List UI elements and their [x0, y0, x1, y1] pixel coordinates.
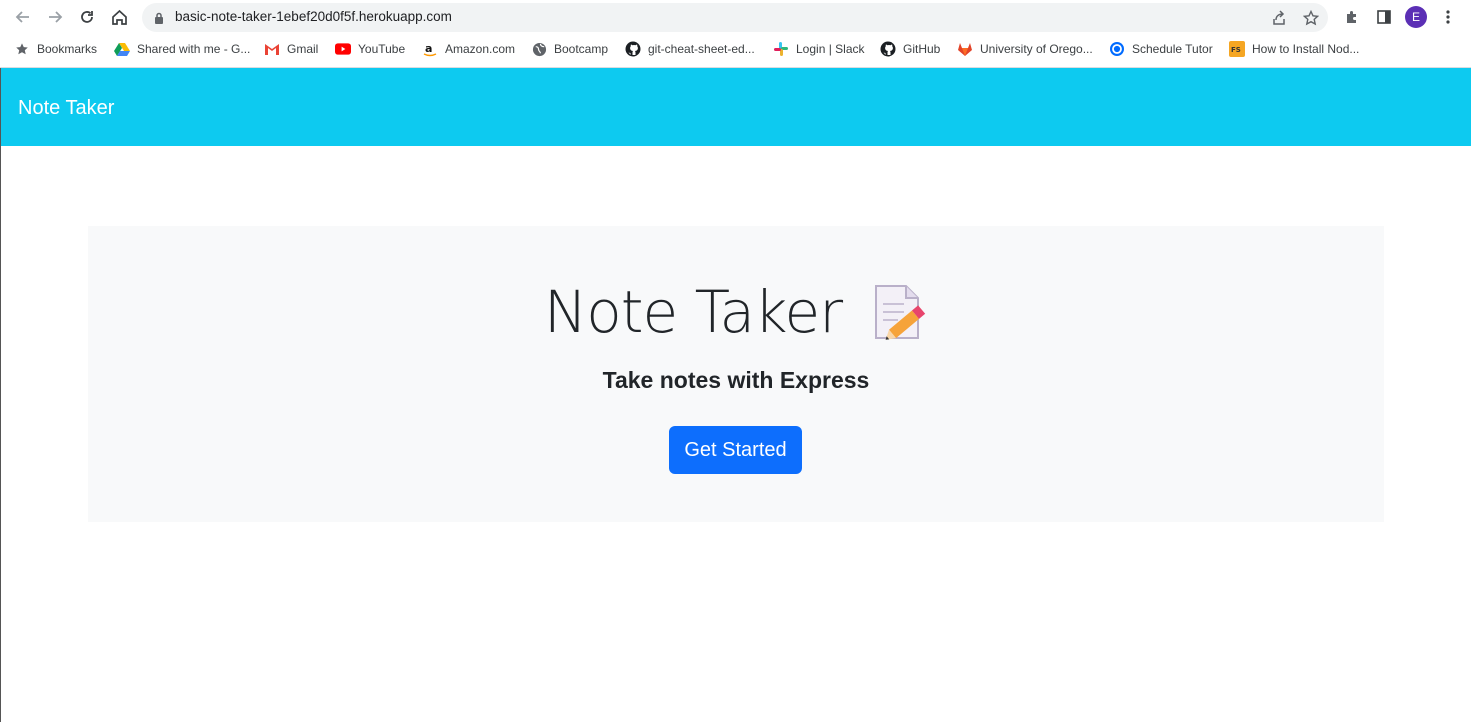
- hero-title-row: Note Taker: [88, 278, 1384, 346]
- bookmark-item[interactable]: GitHub: [880, 40, 940, 58]
- app-navbar: Note Taker: [1, 68, 1471, 146]
- fs-icon: FS: [1229, 41, 1245, 57]
- profile-avatar[interactable]: E: [1405, 6, 1427, 28]
- slack-icon: [773, 41, 789, 57]
- browser-chrome: basic-note-taker-1ebef20d0f5f.herokuapp.…: [0, 0, 1471, 68]
- bookmark-item[interactable]: YouTube: [335, 40, 405, 58]
- bookmark-item[interactable]: Bootcamp: [531, 40, 608, 58]
- home-icon[interactable]: [108, 6, 130, 28]
- bookmark-item[interactable]: Shared with me - G...: [114, 40, 250, 58]
- svg-text:FS: FS: [1231, 46, 1241, 54]
- browser-toolbar: basic-note-taker-1ebef20d0f5f.herokuapp.…: [0, 0, 1471, 35]
- amazon-icon: a: [422, 41, 438, 57]
- bookmark-item[interactable]: git-cheat-sheet-ed...: [625, 40, 755, 58]
- google-drive-icon: [114, 41, 130, 57]
- youtube-icon: [335, 41, 351, 57]
- bookmark-item[interactable]: Gmail: [264, 40, 318, 58]
- star-icon: [14, 41, 30, 57]
- bookmarks-bar: Bookmarks Shared with me - G... Gmail Yo…: [0, 37, 1471, 61]
- hero-subtitle: Take notes with Express: [602, 367, 870, 393]
- bookmark-item[interactable]: University of Orego...: [957, 40, 1093, 58]
- bookmark-star-icon[interactable]: [1302, 9, 1320, 27]
- bookmark-item[interactable]: a Amazon.com: [422, 40, 515, 58]
- extensions-puzzle-icon[interactable]: [1341, 6, 1363, 28]
- window-edge: [0, 68, 1, 722]
- svg-text:a: a: [425, 42, 432, 55]
- forward-arrow-icon[interactable]: [44, 6, 66, 28]
- lock-icon[interactable]: [154, 11, 164, 29]
- address-bar[interactable]: basic-note-taker-1ebef20d0f5f.herokuapp.…: [142, 3, 1328, 32]
- side-panel-icon[interactable]: [1373, 6, 1395, 28]
- bookmark-item[interactable]: FS How to Install Nod...: [1229, 40, 1359, 58]
- bookmark-item[interactable]: Schedule Tutor: [1109, 40, 1213, 58]
- reload-icon[interactable]: [76, 6, 98, 28]
- github-icon: [625, 41, 641, 57]
- back-arrow-icon[interactable]: [12, 6, 34, 28]
- calendly-icon: [1109, 41, 1125, 57]
- share-icon[interactable]: [1270, 9, 1288, 27]
- hero-jumbotron: Note Taker Take notes with Express Get S…: [88, 226, 1384, 522]
- navbar-brand[interactable]: Note Taker: [18, 97, 114, 120]
- bookmark-item[interactable]: Login | Slack: [773, 40, 865, 58]
- globe-icon: [531, 41, 547, 57]
- kebab-menu-icon[interactable]: [1437, 6, 1459, 28]
- page-title: Note Taker: [543, 278, 843, 346]
- memo-icon: [870, 282, 928, 342]
- bookmark-item[interactable]: Bookmarks: [14, 40, 97, 58]
- get-started-button[interactable]: Get Started: [669, 426, 802, 474]
- github-icon: [880, 41, 896, 57]
- gmail-icon: [264, 41, 280, 57]
- gitlab-icon: [957, 41, 973, 57]
- url-text[interactable]: basic-note-taker-1ebef20d0f5f.herokuapp.…: [175, 9, 452, 24]
